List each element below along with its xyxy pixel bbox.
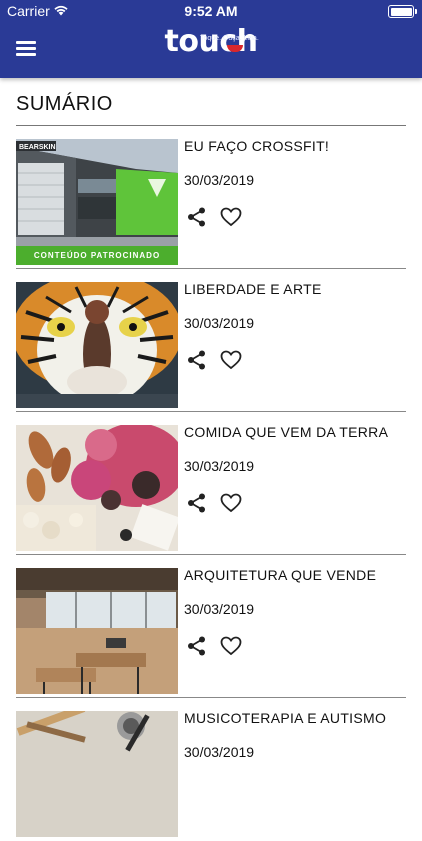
- article-date: 30/03/2019: [184, 458, 255, 474]
- article-title[interactable]: MUSICOTERAPIA E AUTISMO: [184, 710, 406, 726]
- heart-icon[interactable]: [220, 349, 242, 371]
- healthy-food-image: [16, 425, 178, 551]
- list-item[interactable]: LIBERDADE E ARTE 30/03/2019: [16, 269, 406, 412]
- article-thumbnail[interactable]: [16, 711, 178, 837]
- svg-text:BEARSKIN: BEARSKIN: [19, 144, 56, 151]
- heart-icon[interactable]: [220, 635, 242, 657]
- list-item[interactable]: COMIDA QUE VEM DA TERRA 30/03/2019: [16, 412, 406, 555]
- article-thumbnail[interactable]: BEARSKIN CONTEÚDO PATROCINADO: [16, 139, 178, 265]
- article-title[interactable]: LIBERDADE E ARTE: [184, 281, 406, 297]
- heart-icon[interactable]: [220, 206, 242, 228]
- share-icon[interactable]: [186, 492, 208, 514]
- status-bar: Carrier 9:52 AM: [0, 0, 422, 22]
- app-header: Carrier 9:52 AM touch Toque. Ouça. Leia.: [0, 0, 422, 78]
- share-icon[interactable]: [186, 349, 208, 371]
- article-thumbnail[interactable]: [16, 568, 178, 694]
- article-date: 30/03/2019: [184, 601, 255, 617]
- logo-tagline: Toque. Ouça. Leia.: [200, 35, 259, 42]
- article-title[interactable]: COMIDA QUE VEM DA TERRA: [184, 424, 406, 440]
- article-title[interactable]: EU FAÇO CROSSFIT!: [184, 138, 406, 154]
- restaurant-interior-image: [16, 568, 178, 694]
- article-date: 30/03/2019: [184, 172, 255, 188]
- clock: 9:52 AM: [184, 3, 238, 19]
- battery-icon: [388, 5, 417, 18]
- article-date: 30/03/2019: [184, 744, 255, 760]
- tiger-mural-image: [16, 282, 178, 408]
- list-item[interactable]: MUSICOTERAPIA E AUTISMO 30/03/2019: [16, 698, 406, 841]
- article-date: 30/03/2019: [184, 315, 255, 331]
- sponsored-badge: CONTEÚDO PATROCINADO: [16, 246, 178, 265]
- article-title[interactable]: ARQUITETURA QUE VENDE: [184, 567, 406, 583]
- page-title: SUMÁRIO: [16, 93, 113, 115]
- musical-instruments-image: [16, 711, 178, 837]
- heart-icon[interactable]: [220, 492, 242, 514]
- share-icon[interactable]: [186, 635, 208, 657]
- article-thumbnail[interactable]: [16, 282, 178, 408]
- share-icon[interactable]: [186, 206, 208, 228]
- article-thumbnail[interactable]: [16, 425, 178, 551]
- list-item[interactable]: BEARSKIN CONTEÚDO PATROCINADO EU FAÇO CR…: [16, 126, 406, 269]
- logo-wordmark: touch: [164, 24, 258, 59]
- app-logo: touch: [0, 25, 422, 59]
- list-item[interactable]: ARQUITETURA QUE VENDE 30/03/2019: [16, 555, 406, 698]
